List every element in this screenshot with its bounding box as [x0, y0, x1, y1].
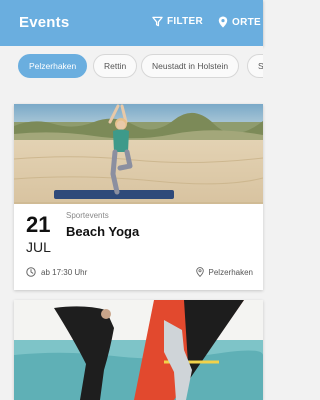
event-time-text: ab 17:30 Uhr — [41, 267, 88, 277]
chip-rettin[interactable]: Rettin — [93, 54, 138, 78]
orte-button[interactable]: ORTE — [218, 16, 261, 28]
location-pin-icon — [218, 16, 228, 28]
event-time: ab 17:30 Uhr — [26, 267, 87, 277]
location-pin-icon — [195, 267, 204, 277]
filter-icon — [152, 16, 163, 27]
orte-label: ORTE — [232, 16, 261, 28]
filter-button[interactable]: FILTER — [152, 16, 203, 27]
filter-label: FILTER — [167, 16, 204, 27]
event-card[interactable]: 21 JUL Sportevents Beach Yoga ab 17:30 U… — [14, 104, 263, 290]
chip-pelzerhaken[interactable]: Pelzerhaken — [18, 54, 88, 78]
event-category: Sportevents — [66, 211, 109, 220]
page-title: Events — [19, 14, 70, 31]
event-location-text: Pelzerhaken — [208, 267, 253, 277]
event-day: 21 — [26, 212, 51, 237]
event-location: Pelzerhaken — [195, 267, 253, 277]
event-card[interactable] — [14, 300, 263, 400]
beach-yoga-photo — [14, 104, 263, 204]
location-chip-bar: Pelzerhaken Rettin Neustadt in Holstein … — [0, 46, 263, 88]
event-title: Beach Yoga — [66, 224, 140, 239]
event-month: JUL — [26, 239, 51, 255]
chip-partial[interactable]: S — [247, 54, 263, 78]
clock-icon — [26, 267, 36, 277]
windsurf-photo — [14, 300, 263, 400]
chip-neustadt-in-holstein[interactable]: Neustadt in Holstein — [141, 54, 240, 78]
app-bar: Events FILTER ORTE — [0, 0, 263, 46]
